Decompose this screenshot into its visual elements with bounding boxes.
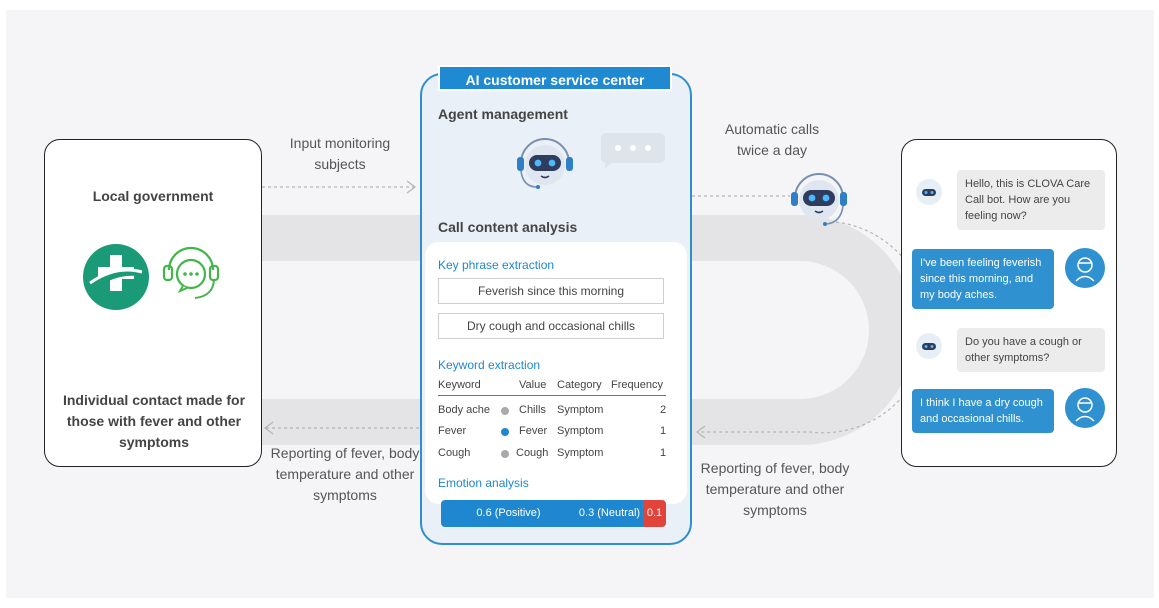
kw-row-3-dot [501,450,509,458]
key-phrase-2: Dry cough and occasional chills [438,313,664,339]
kw-header-rule [438,395,666,396]
emotion-neutral-segment: 0.3 (Neutral) [576,500,643,527]
kw-row-3-frequency: 1 [660,447,667,459]
kw-header-frequency: Frequency [611,379,663,391]
chat-user-message-2: I think I have a dry cough and occasiona… [912,389,1054,433]
automatic-calls-label: Automatic calls twice a day [724,121,820,158]
emotion-bar: 0.6 (Positive) 0.3 (Neutral) 0.1 [441,500,666,527]
call-content-analysis-title: Call content analysis [438,219,578,235]
medical-cross-logo-icon [83,244,149,310]
local-government-title: Local government [92,188,214,204]
kw-header-keyword: Keyword [438,379,481,391]
reporting-left-label: Reporting of fever, body temperature and… [270,445,420,503]
emotion-analysis-title: Emotion analysis [438,476,529,490]
headset-chat-icon [162,246,220,299]
call-bot-robot-icon [791,173,847,226]
kw-header-category: Category [557,379,602,391]
kw-row-2-category: Symptom [557,425,604,437]
kw-row-2-value: Fever [519,425,548,437]
kw-row-3-value: Cough [516,447,549,459]
kw-row-1-dot [501,407,509,415]
chat-bot-message-1: Hello, this is CLOVA Care Call bot. How … [957,170,1105,230]
kw-row-1-frequency: 2 [660,404,667,416]
key-phrase-title: Key phrase extraction [438,258,555,272]
kw-header-value: Value [519,379,547,391]
bot-avatar-icon [916,333,942,359]
ai-service-center-header: AI customer service center [438,65,672,91]
agent-management-title: Agent management [438,106,568,122]
input-monitoring-label: Input monitoring subjects [289,135,391,172]
local-government-panel: Local government Individual contact made… [44,139,262,467]
kw-row-1-category: Symptom [557,404,604,416]
keyword-extraction-title: Keyword extraction [438,358,541,372]
individual-contact-text: Individual contact made for those with f… [62,392,246,450]
robot-agent-icon [517,138,573,189]
chat-bot-message-2: Do you have a cough or other symptoms? [957,328,1105,372]
key-phrase-1: Feverish since this morning [438,278,664,304]
chat-user-message-1: I've been feeling feverish since this mo… [912,249,1054,309]
kw-row-2-dot [501,428,509,436]
speech-bubble-dots-icon [601,133,665,169]
emotion-positive-segment: 0.6 (Positive) [441,500,576,527]
kw-row-2-keyword: Fever [438,425,467,437]
reporting-right-label: Reporting of fever, body temperature and… [700,460,850,518]
kw-row-3-category: Symptom [557,447,604,459]
kw-row-2-frequency: 1 [660,425,667,437]
emotion-negative-segment: 0.1 [643,500,666,527]
bot-avatar-icon [916,179,942,205]
kw-row-3-keyword: Cough [438,447,471,459]
user-avatar-icon [1065,248,1105,288]
kw-row-1-keyword: Body ache [438,404,490,416]
kw-row-1-value: Chills [519,404,546,416]
user-avatar-icon [1065,388,1105,428]
